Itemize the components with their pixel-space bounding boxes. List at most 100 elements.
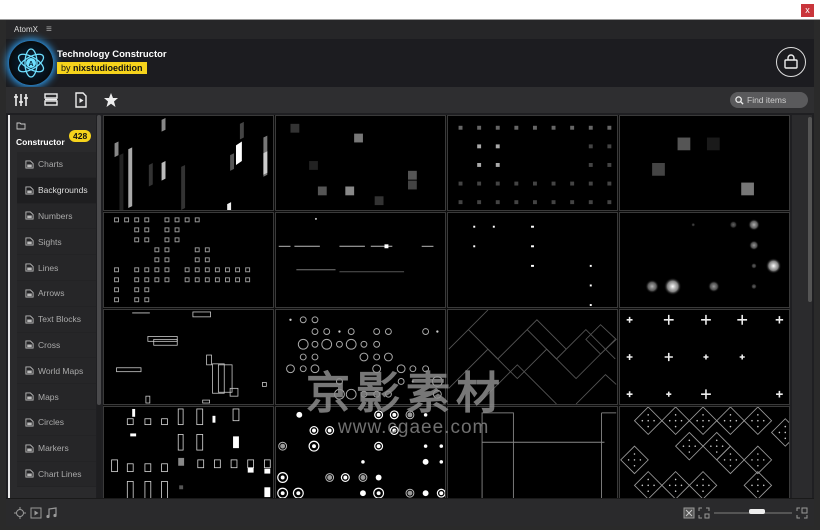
hamburger-menu-icon[interactable]: ≡ bbox=[46, 24, 52, 35]
author-badge[interactable]: by nixstudioedition bbox=[57, 62, 147, 74]
search-input[interactable] bbox=[747, 95, 807, 105]
shop-button[interactable] bbox=[776, 47, 806, 77]
dot-mark bbox=[477, 181, 482, 186]
dice-dot bbox=[702, 425, 704, 428]
sidebar-item-label: Maps bbox=[38, 391, 59, 402]
dice-dot bbox=[647, 484, 649, 487]
thumbnail-item[interactable] bbox=[275, 115, 446, 211]
dot-mark bbox=[458, 200, 463, 205]
sidebar-item-backgrounds[interactable]: Backgrounds bbox=[17, 177, 96, 204]
square-dot-mark bbox=[154, 267, 160, 273]
grid-scroll-thumb[interactable] bbox=[808, 117, 812, 302]
target-mark bbox=[312, 444, 316, 449]
dot-mark bbox=[477, 144, 482, 149]
thumbnail-item[interactable] bbox=[447, 115, 618, 211]
layout-icon[interactable] bbox=[42, 91, 60, 109]
thumbnail-item[interactable] bbox=[275, 406, 446, 502]
ring-mark bbox=[359, 352, 369, 362]
square-dot-mark bbox=[114, 267, 119, 273]
square-dot-mark bbox=[194, 257, 200, 263]
expand-icon[interactable] bbox=[796, 507, 808, 519]
music-icon[interactable] bbox=[45, 507, 57, 519]
dice-dot bbox=[647, 490, 649, 492]
target-mark bbox=[392, 412, 397, 417]
ring-mark bbox=[384, 352, 393, 362]
sidebar-item-chart-lines[interactable]: Chart Lines bbox=[17, 461, 96, 488]
play-icon[interactable] bbox=[30, 507, 42, 519]
sidebar-item-lines[interactable]: Lines bbox=[17, 255, 96, 281]
sidebar-item-numbers[interactable]: Numbers bbox=[17, 203, 96, 230]
thumbnail-item[interactable] bbox=[619, 212, 790, 308]
ring-mark bbox=[411, 380, 415, 383]
dice-dot bbox=[639, 459, 642, 461]
author-prefix: by bbox=[61, 63, 71, 73]
thumbnail-item[interactable] bbox=[619, 406, 790, 502]
thumbnail-item[interactable] bbox=[447, 212, 618, 308]
sidebar-item-cross[interactable]: Cross bbox=[17, 332, 96, 359]
grid-scrollbar[interactable] bbox=[792, 115, 812, 498]
sidebar-item-maps[interactable]: Maps bbox=[17, 384, 96, 410]
thumbnail-item[interactable] bbox=[447, 406, 618, 502]
sidebar-item-text-blocks[interactable]: Text Blocks bbox=[17, 306, 96, 333]
sidebar-scrollbar[interactable] bbox=[97, 115, 101, 498]
zoom-slider-thumb[interactable] bbox=[748, 509, 765, 514]
dice-dot bbox=[757, 419, 759, 422]
dice-dot bbox=[757, 478, 759, 481]
square-dot-mark bbox=[174, 227, 180, 233]
background-ring-circles-preview bbox=[286, 316, 443, 400]
thumbnail-item[interactable] bbox=[103, 115, 274, 211]
background-slanted-bars-preview bbox=[114, 117, 268, 210]
square-dot-mark bbox=[114, 277, 119, 283]
dice-dot bbox=[729, 419, 732, 422]
ring-mark bbox=[431, 376, 443, 387]
square-dot-mark bbox=[204, 247, 210, 253]
dice-dot bbox=[688, 439, 691, 442]
target-mark bbox=[407, 490, 413, 496]
sidebar-item-circles[interactable]: Circles bbox=[17, 409, 96, 436]
target-mark bbox=[280, 443, 286, 449]
ring-mark bbox=[336, 340, 343, 348]
dice-dot bbox=[702, 490, 704, 492]
square-dot-mark bbox=[225, 277, 230, 283]
ring-mark bbox=[311, 340, 319, 348]
media-file-icon[interactable] bbox=[72, 91, 90, 109]
target-mark bbox=[376, 412, 381, 417]
thumbnail-item[interactable] bbox=[275, 212, 446, 308]
ring-mark bbox=[436, 330, 439, 333]
star-icon[interactable] bbox=[102, 91, 120, 109]
thumbnail-item[interactable] bbox=[103, 406, 274, 502]
thumbnail-item[interactable] bbox=[275, 309, 446, 405]
close-button[interactable]: x bbox=[801, 4, 814, 17]
ring-mark bbox=[373, 340, 381, 348]
sidebar-item-world-maps[interactable]: World Maps bbox=[17, 358, 96, 385]
sidebar-scroll-thumb[interactable] bbox=[97, 115, 101, 405]
dot-mark bbox=[607, 200, 612, 205]
square-dot-mark bbox=[194, 217, 200, 223]
fit-icon[interactable] bbox=[683, 507, 695, 519]
dice-dot bbox=[668, 419, 671, 422]
thumbnail-item[interactable] bbox=[447, 309, 618, 405]
dice-dot bbox=[688, 445, 691, 447]
dice-dot bbox=[702, 478, 704, 481]
dice-dot bbox=[784, 437, 787, 440]
sidebar-item-charts[interactable]: Charts bbox=[17, 152, 96, 178]
dice-dot bbox=[647, 425, 649, 428]
square-dot-mark bbox=[245, 267, 251, 273]
plus-mark bbox=[703, 354, 709, 360]
background-scan-lines-preview bbox=[278, 217, 434, 273]
square-dot-mark bbox=[144, 217, 150, 223]
sidebar-item-markers[interactable]: Markers bbox=[17, 435, 96, 462]
sidebar-item-arrows[interactable]: Arrows bbox=[17, 280, 96, 307]
sidebar-section-constructor[interactable]: Constructor 428 bbox=[10, 115, 96, 152]
sliders-icon[interactable] bbox=[12, 91, 30, 109]
plus-mark bbox=[664, 352, 673, 362]
thumbnail-item[interactable] bbox=[103, 212, 274, 308]
shrink-icon[interactable] bbox=[698, 507, 710, 519]
search-box[interactable] bbox=[730, 92, 808, 108]
ae-file-icon bbox=[25, 444, 34, 453]
thumbnail-item[interactable] bbox=[619, 309, 790, 405]
thumbnail-item[interactable] bbox=[619, 115, 790, 211]
sidebar-item-sights[interactable]: Sights bbox=[17, 229, 96, 256]
thumbnail-item[interactable] bbox=[103, 309, 274, 405]
target-icon[interactable] bbox=[14, 507, 26, 519]
